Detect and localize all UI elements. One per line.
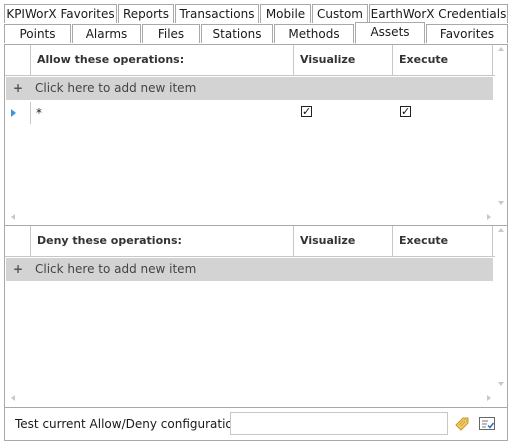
scroll-right-arrow-icon[interactable]	[487, 214, 491, 220]
allow-grid-header: Allow these operations: Visualize Execut…	[5, 45, 507, 76]
tab-stations[interactable]: Stations	[201, 24, 273, 43]
tab-reports[interactable]: Reports	[118, 4, 174, 23]
row-divider	[30, 102, 31, 124]
test-configuration-input[interactable]	[230, 412, 448, 435]
test-configuration-label: Test current Allow/Deny configuration:	[15, 417, 245, 431]
tab-kpiworx-favorites[interactable]: KPIWorX Favorites	[4, 4, 117, 23]
allow-row-visualize-checkbox[interactable]: ✓	[301, 106, 312, 117]
allow-row-execute-checkbox[interactable]: ✓	[400, 106, 411, 117]
test-configuration-bar: Test current Allow/Deny configuration:	[5, 408, 507, 440]
allow-row-operation[interactable]: *	[36, 102, 42, 124]
tab-mobile[interactable]: Mobile	[260, 4, 311, 23]
tab-earthworx-credentials[interactable]: EarthWorX Credentials	[369, 4, 508, 23]
tab-assets[interactable]: Assets	[355, 22, 425, 44]
scroll-down-arrow-icon[interactable]	[498, 201, 504, 205]
allow-add-new-item-label: Click here to add new item	[35, 81, 197, 95]
deny-grid-header: Deny these operations: Visualize Execute	[5, 226, 507, 257]
tab-transactions[interactable]: Transactions	[175, 4, 259, 23]
tab-files[interactable]: Files	[142, 24, 200, 43]
scroll-left-arrow-icon[interactable]	[11, 214, 15, 220]
deny-add-new-item-label: Click here to add new item	[35, 262, 197, 276]
plus-icon: +	[12, 262, 24, 276]
allow-operations-column-header[interactable]: Allow these operations:	[30, 45, 293, 75]
test-checklist-icon[interactable]	[478, 416, 496, 432]
deny-operations-column-header[interactable]: Deny these operations:	[30, 226, 293, 256]
tab-favorites[interactable]: Favorites	[426, 24, 508, 43]
tab-alarms[interactable]: Alarms	[72, 24, 141, 43]
scroll-right-arrow-icon[interactable]	[487, 395, 491, 401]
tab-points[interactable]: Points	[4, 24, 71, 43]
allow-row[interactable]: * ✓ ✓	[5, 102, 495, 124]
scroll-left-arrow-icon[interactable]	[11, 395, 15, 401]
scroll-up-arrow-icon[interactable]	[498, 228, 504, 232]
deny-grid: Deny these operations: Visualize Execute…	[5, 226, 507, 407]
allow-add-new-item-row[interactable]: + Click here to add new item	[6, 77, 493, 100]
deny-execute-column-header[interactable]: Execute	[392, 226, 493, 256]
deny-grid-vertical-scrollbar[interactable]	[495, 226, 507, 396]
row-indicator-icon	[11, 109, 16, 117]
allow-grid: Allow these operations: Visualize Execut…	[5, 45, 507, 226]
assets-panel: Allow these operations: Visualize Execut…	[4, 44, 508, 441]
deny-add-new-item-row[interactable]: + Click here to add new item	[6, 258, 493, 281]
tab-methods[interactable]: Methods	[274, 24, 354, 43]
deny-visualize-column-header[interactable]: Visualize	[293, 226, 392, 256]
scroll-down-arrow-icon[interactable]	[498, 382, 504, 386]
scroll-up-arrow-icon[interactable]	[498, 47, 504, 51]
allow-grid-vertical-scrollbar[interactable]	[495, 45, 507, 215]
allow-execute-column-header[interactable]: Execute	[392, 45, 493, 75]
plus-icon: +	[12, 81, 24, 95]
allow-visualize-column-header[interactable]: Visualize	[293, 45, 392, 75]
tag-icon[interactable]	[454, 416, 472, 432]
tab-custom[interactable]: Custom	[312, 4, 368, 23]
